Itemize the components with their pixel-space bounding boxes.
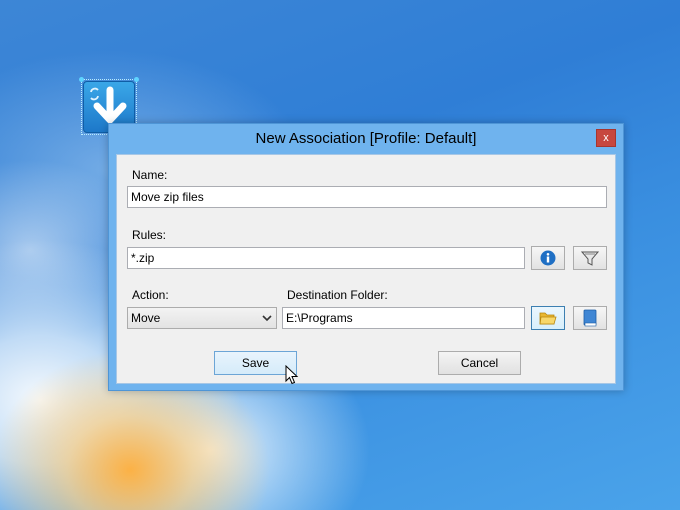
book-icon	[583, 309, 597, 327]
name-input[interactable]: Move zip files	[127, 186, 607, 208]
folder-icon	[539, 312, 557, 325]
rules-input[interactable]: *.zip	[127, 247, 525, 269]
info-button[interactable]	[531, 246, 565, 270]
cancel-button[interactable]: Cancel	[438, 351, 521, 375]
action-label: Action:	[132, 288, 169, 302]
chevron-down-icon	[262, 315, 272, 322]
destination-folder-input[interactable]: E:\Programs	[282, 307, 525, 329]
filter-icon	[581, 251, 599, 266]
filter-button[interactable]	[573, 246, 607, 270]
close-button[interactable]: x	[596, 129, 616, 147]
name-label: Name:	[132, 168, 168, 182]
info-icon	[540, 250, 556, 266]
action-select-value: Move	[131, 311, 161, 325]
mouse-pointer-icon	[285, 365, 299, 385]
library-button[interactable]	[573, 306, 607, 330]
rules-label: Rules:	[132, 228, 167, 242]
new-association-dialog: New Association [Profile: Default] x Nam…	[108, 123, 624, 391]
dialog-title: New Association [Profile: Default]	[255, 130, 477, 147]
browse-folder-button[interactable]	[531, 306, 565, 330]
dialog-body: Name: Move zip files Rules: *.zip Action…	[116, 154, 616, 384]
destination-folder-label: Destination Folder:	[287, 288, 388, 302]
action-select[interactable]: Move	[127, 307, 277, 329]
